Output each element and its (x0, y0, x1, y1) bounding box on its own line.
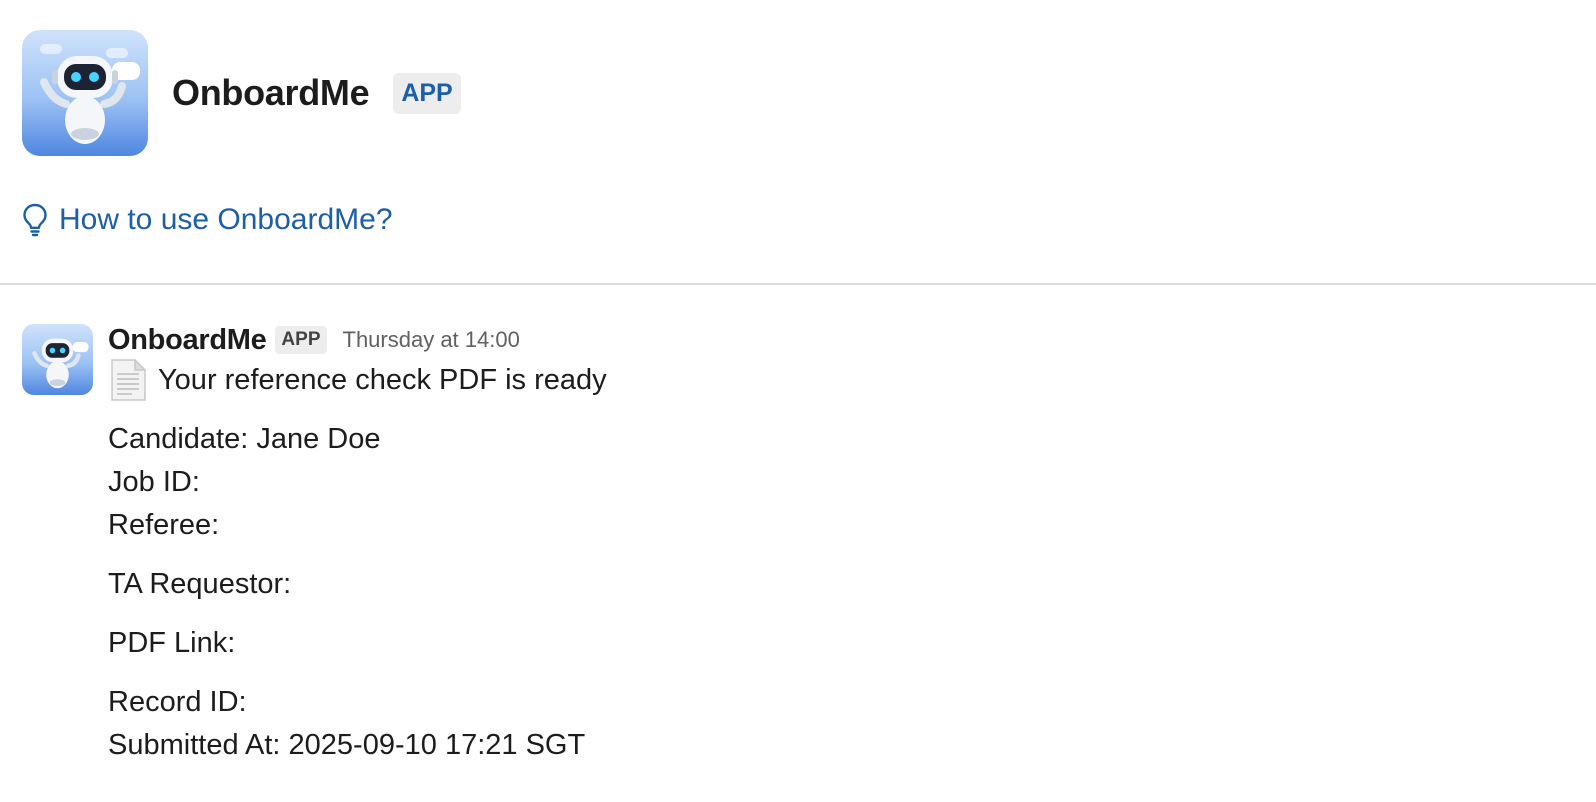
field-referee: Referee: (108, 509, 220, 541)
how-to-use-link[interactable]: How to use OnboardMe? (22, 203, 393, 237)
field-pdf-link: PDF Link: (108, 627, 236, 659)
robot-avatar-icon[interactable] (22, 324, 93, 395)
field-record-id: Record ID: (108, 686, 247, 718)
field-submitted-at: Submitted At: 2025-09-10 17:21 SGT (108, 729, 586, 761)
message-timestamp[interactable]: Thursday at 14:00 (343, 327, 520, 353)
app-header: OnboardMe APP (22, 30, 461, 156)
message-sender[interactable]: OnboardMe (108, 324, 267, 357)
message-app-badge: APP (275, 326, 327, 354)
field-job-id: Job ID: (108, 466, 200, 498)
app-title: OnboardMe (172, 72, 370, 113)
lightbulb-icon (23, 203, 47, 237)
message-headline-text: Your reference check PDF is ready (158, 363, 607, 396)
how-to-use-label[interactable]: How to use OnboardMe? (59, 203, 393, 237)
field-ta-requestor: TA Requestor: (108, 568, 292, 600)
robot-avatar-icon[interactable] (22, 30, 148, 156)
message-headline: Your reference check PDF is ready (108, 358, 607, 402)
app-badge: APP (393, 72, 461, 114)
message-header: OnboardMe APP Thursday at 14:00 (108, 322, 520, 358)
field-candidate: Candidate: Jane Doe (108, 423, 381, 455)
app-home-page: OnboardMe APP How to use OnboardMe? Onbo… (0, 0, 1596, 802)
divider (0, 283, 1596, 285)
page-facing-up-icon (111, 359, 146, 401)
